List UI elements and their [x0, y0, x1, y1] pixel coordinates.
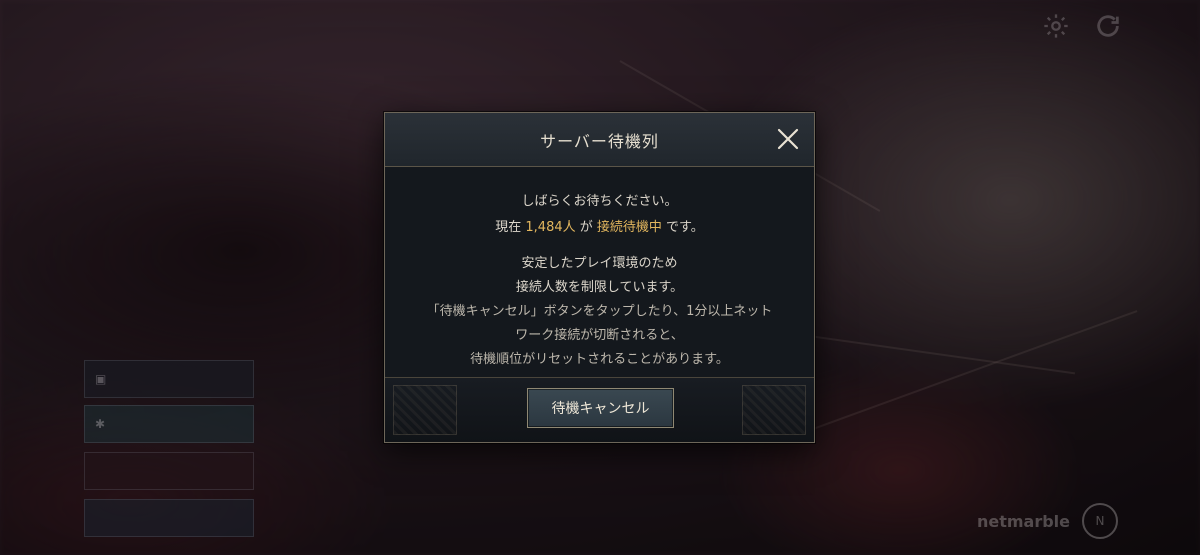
- dialog-footer: 待機キャンセル: [385, 377, 814, 442]
- game-screen: ▣ ✱ netmarble N サーバー待機列 しばらくお待ちください。 現在 …: [0, 0, 1200, 555]
- refresh-icon[interactable]: [1092, 10, 1124, 42]
- dialog-body: しばらくお待ちください。 現在 1,484人 が 接続待機中 です。 安定したプ…: [385, 167, 814, 379]
- login-icon: ▣: [95, 372, 107, 386]
- gear-icon[interactable]: [1040, 10, 1072, 42]
- netmarble-logo: netmarble: [976, 512, 1070, 531]
- limit-info-line: 接続人数を制限しています。: [515, 280, 684, 295]
- gear-icon: ✱: [95, 417, 106, 431]
- queue-prefix: 現在: [495, 220, 526, 235]
- reset-warning-line-2: ワーク接続が切断されると、: [515, 328, 684, 343]
- cancel-wait-button[interactable]: 待機キャンセル: [527, 388, 674, 428]
- server-queue-dialog: サーバー待機列 しばらくお待ちください。 現在 1,484人 が 接続待機中 で…: [384, 112, 815, 443]
- publisher-mark-icon: N: [1082, 503, 1118, 539]
- wait-message: しばらくお待ちください。: [521, 194, 678, 209]
- side-account-button[interactable]: ✱: [84, 405, 254, 443]
- reset-warning-line-3: 待機順位がリセットされることがあります。: [470, 352, 729, 367]
- right-ornament: [742, 385, 806, 435]
- close-icon[interactable]: [774, 125, 802, 153]
- queue-suffix: です。: [661, 220, 704, 235]
- dialog-title: サーバー待機列: [540, 131, 659, 151]
- left-ornament: [393, 385, 457, 435]
- queue-status-line: 現在 1,484人 が 接続待機中 です。: [385, 216, 814, 235]
- limit-reason-line: 安定したプレイ環境のため: [521, 256, 678, 271]
- queue-count: 1,484人: [525, 220, 576, 235]
- side-login-button[interactable]: ▣: [84, 360, 254, 398]
- reset-warning-line-1: 「待機キャンセル」ボタンをタップしたり、1分以上ネット: [426, 304, 773, 319]
- queue-mid: が: [575, 220, 597, 235]
- queue-status: 接続待機中: [596, 220, 662, 235]
- side-create-character-button[interactable]: [84, 452, 254, 490]
- dialog-header: サーバー待機列: [385, 113, 814, 167]
- side-transfer-button[interactable]: [84, 499, 254, 537]
